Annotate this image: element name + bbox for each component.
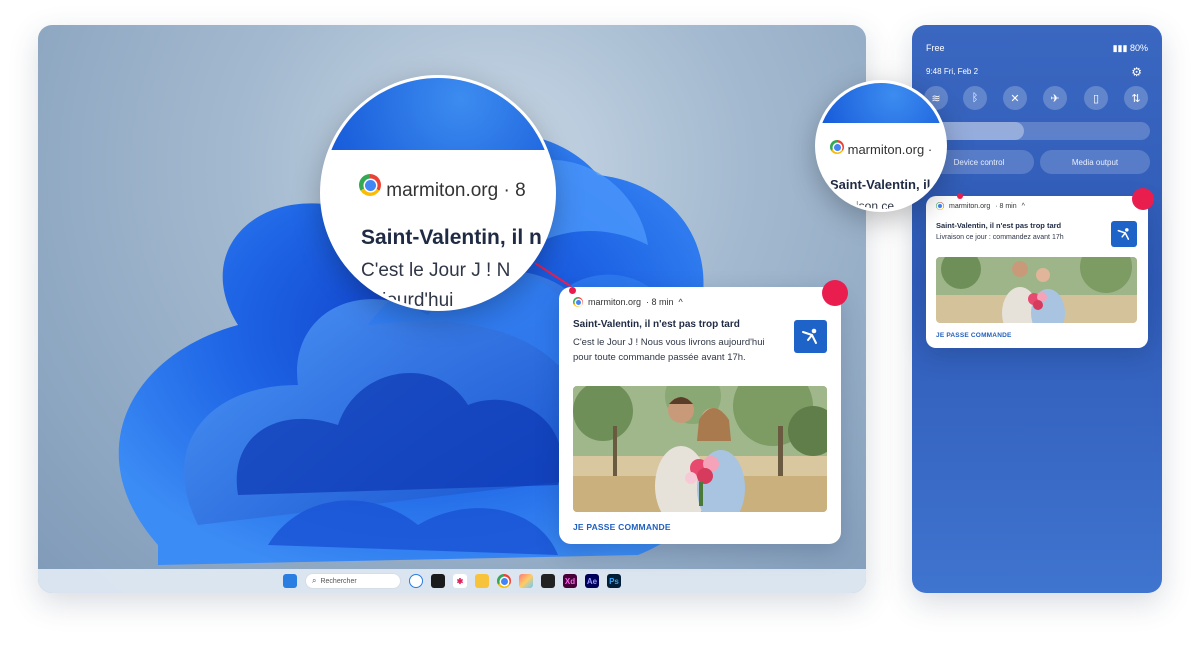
notification-header: marmiton.org · 8 min ^ <box>573 297 683 307</box>
notification-title: Saint-Valentin, il n'est pas trop tard <box>936 221 1062 230</box>
clock-time: 9:48 <box>926 67 942 76</box>
notification-time: · 8 min <box>995 202 1017 210</box>
chevron-up-icon[interactable]: ^ <box>679 297 683 307</box>
file-explorer-icon[interactable] <box>475 574 489 588</box>
slack-icon[interactable]: ✱ <box>453 574 467 588</box>
signal-icon: ▮▮▮ <box>1112 43 1128 53</box>
pointer-dot <box>957 193 963 199</box>
taskbar: ⌕ Rechercher ✱ Xd Ae Ps <box>38 569 866 593</box>
notification-body: Livraison ce jour : commandez avant 17h <box>936 234 1064 241</box>
clock-date: Fri, Feb 2 <box>943 67 979 76</box>
pointer-dot <box>569 287 576 294</box>
search-placeholder: Rechercher <box>320 577 357 585</box>
marmiton-app-icon <box>1111 221 1137 247</box>
notification-header: marmiton.org · 8 min ^ <box>936 202 1025 210</box>
brightness-slider[interactable] <box>924 122 1150 140</box>
xd-icon[interactable]: Xd <box>563 574 577 588</box>
highlight-dot <box>1132 188 1154 210</box>
notification-image <box>936 257 1137 323</box>
marmiton-app-icon <box>794 320 827 353</box>
taskbar-search[interactable]: ⌕ Rechercher <box>305 573 401 589</box>
copilot-icon[interactable] <box>409 574 423 588</box>
ae-icon[interactable]: Ae <box>585 574 599 588</box>
notification-title: Saint-Valentin, il n'est pas trop tard <box>573 319 740 330</box>
highlight-dot <box>822 280 848 306</box>
ps-icon[interactable]: Ps <box>607 574 621 588</box>
chrome-icon <box>573 297 583 307</box>
carrier-label: Free <box>926 43 945 53</box>
status-icons: ▮▮▮ 80% <box>1113 43 1148 54</box>
magnifier-body-1: C'est le Jour J ! N <box>361 260 511 281</box>
chevron-up-icon[interactable]: ^ <box>1022 203 1025 210</box>
phone-magnifier: marmiton.org · Saint-Valentin, il Livrai… <box>815 80 947 212</box>
mute-toggle-icon[interactable]: ✕ <box>1003 86 1027 110</box>
search-icon: ⌕ <box>312 576 317 585</box>
chrome-icon <box>936 202 944 210</box>
magnifier-source: marmiton.org <box>386 180 499 201</box>
magnifier-title: Saint-Valentin, il <box>830 177 931 192</box>
chrome-icon <box>359 174 381 196</box>
windows-start-icon[interactable] <box>283 574 297 588</box>
bluetooth-toggle-icon[interactable]: ᛒ <box>963 86 987 110</box>
notification-image <box>573 386 827 512</box>
notification-source: marmiton.org <box>588 297 642 307</box>
magnifier-source: marmiton.org <box>847 142 925 157</box>
magnifier-time: · 8 <box>503 180 526 201</box>
magnifier-body-2: aujourd'hui <box>361 290 454 311</box>
media-output-button[interactable]: Media output <box>1040 150 1150 174</box>
airplane-toggle-icon[interactable]: ✈ <box>1043 86 1067 110</box>
data-toggle-icon[interactable]: ⇅ <box>1124 86 1148 110</box>
desktop-notification[interactable]: marmiton.org · 8 min ^ Saint-Valentin, i… <box>559 287 841 544</box>
notification-time: · 8 min <box>646 297 674 307</box>
app-icon[interactable] <box>431 574 445 588</box>
order-now-button[interactable]: JE PASSE COMMANDE <box>573 522 671 532</box>
order-now-button[interactable]: JE PASSE COMMANDE <box>936 332 1012 339</box>
chrome-icon <box>830 140 844 154</box>
rotation-toggle-icon[interactable]: ▯ <box>1084 86 1108 110</box>
status-clock: 9:48 Fri, Feb 2 <box>926 67 978 76</box>
phone-notification[interactable]: marmiton.org · 8 min ^ Saint-Valentin, i… <box>926 196 1148 348</box>
desktop-magnifier: marmiton.org · 8 Saint-Valentin, il n C'… <box>320 75 556 311</box>
figma-icon[interactable] <box>541 574 555 588</box>
chrome-icon[interactable] <box>497 574 511 588</box>
notification-source: marmiton.org <box>949 202 991 210</box>
settings-gear-icon[interactable]: ⚙ <box>1131 65 1142 79</box>
notification-body: C'est le Jour J ! Nous vous livrons aujo… <box>573 337 765 363</box>
marketing-composite: ⌕ Rechercher ✱ Xd Ae Ps marmiton.org · 8… <box>0 0 1200 645</box>
battery-level: 80% <box>1129 43 1148 53</box>
app-icon[interactable] <box>519 574 533 588</box>
magnifier-title: Saint-Valentin, il n <box>361 226 542 249</box>
magnifier-time: · <box>927 142 933 157</box>
